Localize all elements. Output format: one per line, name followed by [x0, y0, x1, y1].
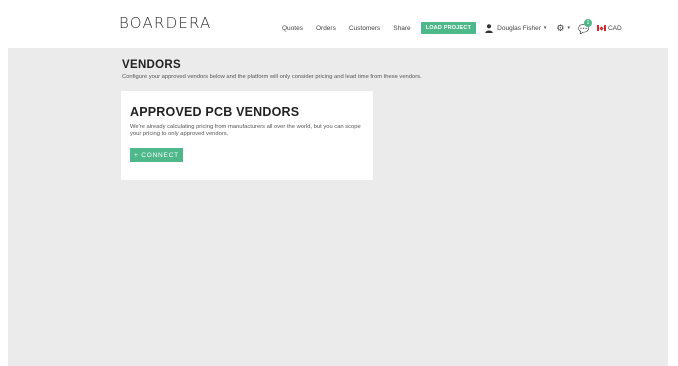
user-icon — [485, 23, 493, 33]
card-title: APPROVED PCB VENDORS — [130, 105, 300, 119]
user-name: Douglas Fisher — [497, 24, 541, 32]
brand-logo[interactable]: BOARDERA — [119, 14, 212, 32]
caret-down-icon: ▾ — [567, 25, 570, 31]
page-subtitle: Configure your approved vendors below an… — [122, 74, 422, 80]
connect-button[interactable]: + CONNECT — [130, 148, 183, 162]
nav-links: Quotes Orders Customers Share LOAD PROJE… — [282, 19, 622, 34]
settings-menu[interactable]: ⚙ ▾ — [556, 22, 570, 33]
top-navbar: BOARDERA Quotes Orders Customers Share L… — [0, 0, 678, 48]
notifications-button[interactable]: 💬 1 — [578, 19, 592, 34]
card-description: We're already calculating pricing from m… — [130, 124, 361, 137]
notification-badge: 1 — [583, 19, 592, 27]
nav-link-quotes[interactable]: Quotes — [282, 25, 303, 32]
caret-down-icon: ▾ — [543, 25, 547, 31]
canada-flag-icon — [596, 25, 606, 31]
nav-link-customers[interactable]: Customers — [349, 25, 380, 32]
user-menu[interactable]: Douglas Fisher ▾ — [485, 23, 547, 33]
nav-link-share[interactable]: Share — [393, 25, 410, 32]
currency-selector[interactable]: CAD — [608, 25, 622, 32]
gear-icon: ⚙ — [556, 22, 565, 33]
nav-link-orders[interactable]: Orders — [316, 25, 336, 32]
approved-vendors-card: APPROVED PCB VENDORS We're already calcu… — [121, 91, 373, 180]
load-project-button[interactable]: LOAD PROJECT — [420, 22, 477, 34]
page-title: VENDORS — [122, 59, 181, 71]
